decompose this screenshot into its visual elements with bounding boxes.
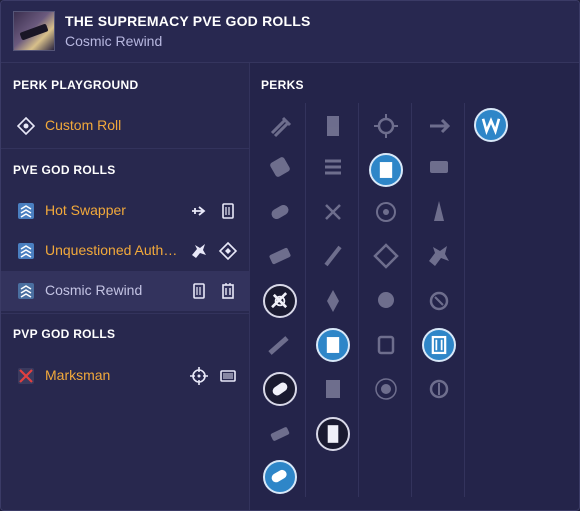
custom-roll-item[interactable]: Custom Roll (1, 106, 250, 146)
column-divider (305, 103, 306, 497)
barrel-perk-icon[interactable] (263, 417, 297, 451)
column-divider (464, 103, 465, 497)
trait-perk-icon[interactable] (422, 239, 456, 273)
custom-roll-label: Custom Roll (45, 117, 122, 133)
pvp-god-rolls-heading: PVP GOD ROLLS (13, 327, 116, 341)
trait-perk-icon[interactable] (369, 195, 403, 229)
magazine-perk-icon (193, 283, 205, 299)
trait-perk-icon[interactable] (369, 372, 403, 406)
roll-label: Cosmic Rewind (45, 282, 143, 298)
pve-god-rolls-heading: PVE GOD ROLLS (13, 163, 116, 177)
trait-perk-icon[interactable] (369, 153, 403, 187)
magazine-perk-icon[interactable] (316, 239, 350, 273)
column-divider (358, 103, 359, 497)
perks-heading: PERKS (261, 78, 304, 92)
pve-chevron-icon (18, 203, 34, 219)
trait-perk-icon[interactable] (422, 328, 456, 362)
trait-perk-icon[interactable] (422, 284, 456, 318)
pve-chevron-icon (18, 243, 34, 259)
weapon-title: THE SUPREMACY PVE GOD ROLLS (65, 13, 311, 29)
magazine-perk-icon[interactable] (316, 328, 350, 362)
barrel-perk-icon[interactable] (263, 284, 297, 318)
pvp-crossed-icon (18, 368, 34, 384)
perk-panel: THE SUPREMACY PVE GOD ROLLS Cosmic Rewin… (0, 0, 580, 511)
magazine-perk-icon[interactable] (316, 417, 350, 451)
barrel-perk-icon[interactable] (263, 109, 297, 143)
barrel-perk-icon[interactable] (263, 328, 297, 362)
trait-perk-icon[interactable] (422, 150, 456, 184)
divider (1, 148, 250, 149)
divider (1, 313, 250, 314)
column-divider (411, 103, 412, 497)
sidebar-item-cosmic-rewind[interactable]: Cosmic Rewind (1, 271, 250, 311)
sidebar-item-marksman[interactable]: Marksman (1, 356, 250, 396)
beast-perk-icon (192, 244, 206, 258)
barrel-perk-icon[interactable] (263, 150, 297, 184)
target-diamond-icon (17, 117, 35, 135)
trait-perk-icon[interactable] (422, 109, 456, 143)
magazine-perk-icon[interactable] (316, 195, 350, 229)
trait-perk-icon[interactable] (369, 239, 403, 273)
sidebar-item-unquestioned-authority[interactable]: Unquestioned Authority (1, 231, 250, 271)
barrel-perk-icon[interactable] (263, 460, 297, 494)
pve-chevron-icon (18, 283, 34, 299)
magazine-perk-icon[interactable] (316, 284, 350, 318)
trait-perk-icon[interactable] (369, 328, 403, 362)
weapon-header: THE SUPREMACY PVE GOD ROLLS Cosmic Rewin… (1, 1, 579, 63)
barrel-perk-icon[interactable] (263, 239, 297, 273)
trait-perk-icon[interactable] (422, 195, 456, 229)
origin-perk-icon[interactable] (474, 108, 508, 142)
barrel-perk-icon[interactable] (263, 372, 297, 406)
trait-perk-icon[interactable] (369, 109, 403, 143)
barrel-perk-icon[interactable] (263, 195, 297, 229)
arrow-perk-icon (192, 206, 206, 216)
sidebar-item-hot-swapper[interactable]: Hot Swapper (1, 191, 250, 231)
magazine-perk-icon[interactable] (316, 372, 350, 406)
roll-label: Unquestioned Authority (45, 242, 179, 258)
bars-perk-icon (220, 370, 236, 382)
magazine-perk-icon[interactable] (316, 109, 350, 143)
perk-playground-heading: PERK PLAYGROUND (13, 78, 139, 92)
roll-label: Marksman (45, 367, 111, 383)
roll-subtitle: Cosmic Rewind (65, 33, 163, 49)
crosshair-perk-icon (190, 367, 208, 385)
roll-label: Hot Swapper (45, 202, 126, 218)
weapon-thumbnail-icon (13, 11, 55, 51)
diamond-perk-icon (218, 241, 238, 261)
trait-perk-icon[interactable] (422, 372, 456, 406)
sidebar: PERK PLAYGROUND Custom Roll PVE GOD ROLL… (1, 63, 250, 510)
battery-perk-icon (222, 283, 234, 299)
magazine-perk-icon (222, 203, 234, 219)
magazine-perk-icon[interactable] (316, 150, 350, 184)
trait-perk-icon[interactable] (369, 284, 403, 318)
